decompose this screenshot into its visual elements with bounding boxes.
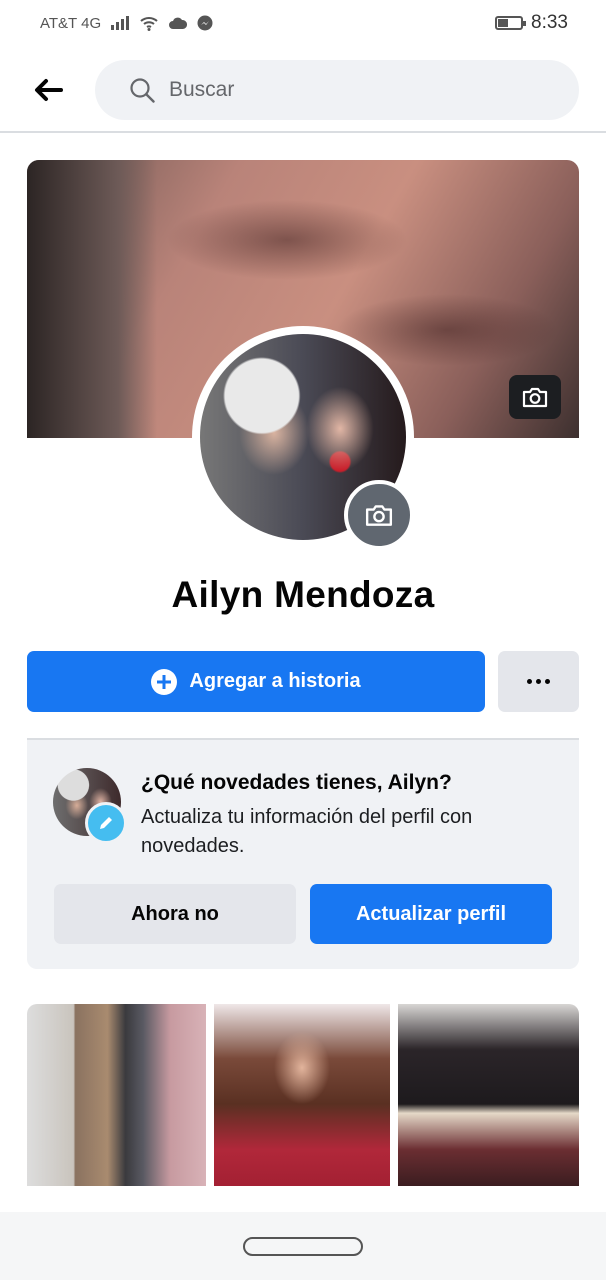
status-bar: AT&T 4G 8:33 bbox=[0, 0, 606, 46]
carrier-label: AT&T 4G bbox=[40, 14, 102, 32]
edit-cover-button[interactable] bbox=[509, 375, 561, 419]
cloud-icon bbox=[169, 17, 188, 29]
add-story-label: Agregar a historia bbox=[189, 670, 361, 692]
search-icon bbox=[130, 78, 155, 103]
more-icon bbox=[527, 679, 550, 684]
photo-thumbnail[interactable] bbox=[398, 1004, 579, 1186]
card-title: ¿Qué novedades tienes, Ailyn? bbox=[141, 771, 452, 794]
battery-icon bbox=[495, 16, 527, 30]
system-navigation-bar bbox=[0, 1212, 606, 1280]
more-options-button[interactable] bbox=[498, 651, 579, 712]
plus-circle-icon bbox=[151, 668, 178, 695]
messenger-icon bbox=[197, 15, 213, 31]
photo-thumbnail[interactable] bbox=[214, 1004, 390, 1186]
arrow-left-icon bbox=[35, 79, 63, 101]
cover-photo-shade bbox=[27, 160, 157, 438]
signal-icon bbox=[111, 16, 130, 30]
camera-icon bbox=[522, 387, 548, 408]
profile-name: Ailyn Mendoza bbox=[171, 574, 435, 615]
card-body: Actualiza tu información del perfil con … bbox=[141, 806, 473, 857]
pencil-icon bbox=[100, 817, 112, 829]
divider bbox=[0, 131, 606, 133]
home-gesture-handle[interactable] bbox=[243, 1237, 363, 1256]
add-story-button[interactable]: Agregar a historia bbox=[27, 651, 485, 712]
back-button[interactable] bbox=[28, 70, 68, 110]
wifi-icon bbox=[140, 17, 158, 31]
update-profile-button[interactable]: Actualizar perfil bbox=[310, 884, 552, 944]
search-placeholder: Buscar bbox=[169, 78, 235, 101]
top-bar: Buscar bbox=[0, 56, 606, 124]
photo-thumbnail[interactable] bbox=[27, 1004, 206, 1186]
camera-icon bbox=[365, 505, 393, 526]
photos-grid bbox=[27, 1004, 579, 1186]
edit-profile-badge[interactable] bbox=[85, 802, 127, 844]
not-now-button[interactable]: Ahora no bbox=[54, 884, 296, 944]
profile-update-card: ¿Qué novedades tienes, Ailyn? Actualiza … bbox=[27, 738, 579, 969]
search-input[interactable]: Buscar bbox=[95, 60, 579, 120]
clock: 8:33 bbox=[531, 12, 568, 33]
edit-profile-picture-button[interactable] bbox=[344, 480, 414, 550]
